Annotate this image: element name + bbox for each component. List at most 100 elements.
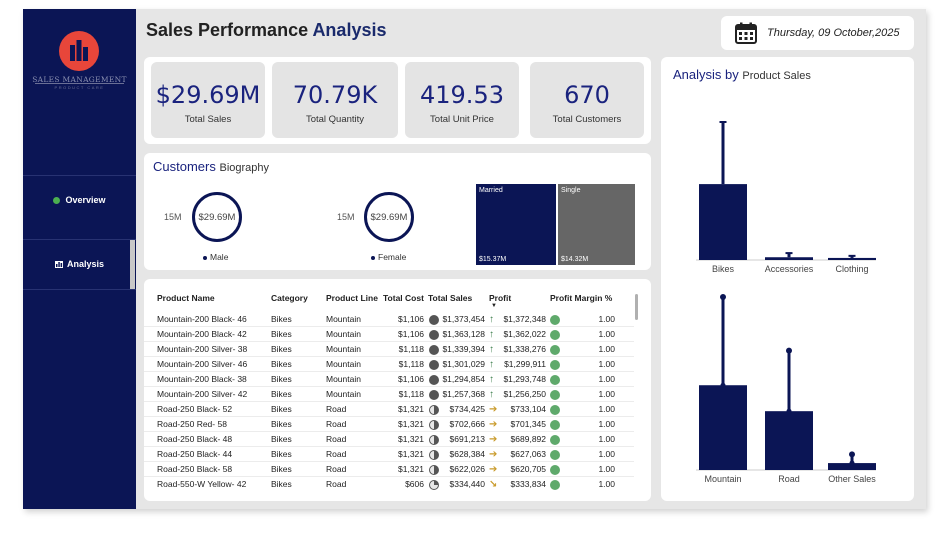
- profit-margin-cell: 1.00: [598, 419, 615, 429]
- total-cost-cell: $1,106: [398, 329, 424, 339]
- column-header[interactable]: Profit: [489, 293, 511, 303]
- column-header[interactable]: Category: [271, 293, 308, 303]
- trend-arrow-icon: ↑: [489, 314, 494, 325]
- product-line-cell: Mountain: [326, 374, 361, 384]
- sales-pie-icon: [429, 375, 439, 385]
- trend-arrow-icon: ↑: [489, 374, 494, 385]
- sidebar-item-overview[interactable]: Overview: [23, 176, 136, 224]
- profit-cell: $1,293,748: [503, 374, 546, 384]
- profit-margin-cell: 1.00: [598, 479, 615, 489]
- profit-cell: $620,705: [510, 464, 546, 474]
- column-header[interactable]: Product Name: [157, 293, 215, 303]
- kpi-value: 670: [564, 81, 610, 109]
- product-line-cell: Road: [326, 479, 347, 489]
- product-name-cell: Mountain-200 Silver- 42: [157, 389, 248, 399]
- category-cell: Bikes: [271, 374, 292, 384]
- table-row[interactable]: Road-250 Black- 58 Bikes Road $1,321 $622,02…: [144, 462, 634, 477]
- table-row[interactable]: Road-250 Black- 52 Bikes Road $1,321 $734,42…: [144, 402, 634, 417]
- profit-cell: $733,104: [510, 404, 546, 414]
- total-cost-cell: $606: [405, 479, 424, 489]
- category-cell: Bikes: [271, 344, 292, 354]
- total-sales-cell: $1,301,029: [442, 359, 485, 369]
- total-sales-cell: $622,026: [449, 464, 485, 474]
- table-row[interactable]: Mountain-200 Black- 42 Bikes Mountain $1,10…: [144, 327, 634, 342]
- trend-arrow-icon: ➔: [489, 464, 498, 475]
- product-line-cell: Mountain: [326, 344, 361, 354]
- error-bar-dot: [786, 347, 792, 354]
- column-header[interactable]: Product Line: [326, 293, 378, 303]
- nav-divider: [23, 289, 136, 290]
- category-cell: Bikes: [271, 449, 292, 459]
- total-sales-cell: $1,373,454: [442, 314, 485, 324]
- column-header[interactable]: Profit Margin %: [550, 293, 612, 303]
- bar-bikes: [699, 184, 747, 260]
- brand-logo: SALES MANAGEMENT PRODUCT CARE: [23, 29, 136, 109]
- profit-cell: $627,063: [510, 449, 546, 459]
- treemap-label: Married: [479, 187, 503, 194]
- product-name-cell: Mountain-200 Black- 38: [157, 374, 247, 384]
- total-cost-cell: $1,118: [398, 344, 424, 354]
- column-header[interactable]: Total Cost: [383, 293, 424, 303]
- total-sales-cell: $1,339,394: [442, 344, 485, 354]
- product-name-cell: Mountain-200 Black- 46: [157, 314, 247, 324]
- profit-cell: $1,338,276: [503, 344, 546, 354]
- total-cost-cell: $1,106: [398, 374, 424, 384]
- table-row[interactable]: Mountain-200 Black- 46 Bikes Mountain $1,10…: [144, 312, 634, 327]
- total-sales-cell: $702,666: [449, 419, 485, 429]
- gauge-value: $29.69M: [370, 212, 408, 223]
- category-cell: Bikes: [271, 404, 292, 414]
- profit-margin-cell: 1.00: [598, 449, 615, 459]
- total-cost-cell: $1,321: [398, 464, 424, 474]
- sales-pie-icon: [429, 345, 439, 355]
- product-name-cell: Road-250 Black- 48: [157, 434, 233, 444]
- table-scrollbar[interactable]: [635, 294, 638, 320]
- total-sales-cell: $628,384: [449, 449, 485, 459]
- legend-male: Male: [203, 252, 228, 262]
- column-header[interactable]: Total Sales: [428, 293, 472, 303]
- margin-status-icon: [550, 405, 560, 415]
- table-row[interactable]: Mountain-200 Silver- 38 Bikes Mountain $1,1…: [144, 342, 634, 357]
- sales-pie-icon: [429, 330, 439, 340]
- total-cost-cell: $1,321: [398, 449, 424, 459]
- profit-margin-cell: 1.00: [598, 329, 615, 339]
- trend-arrow-icon: ➔: [489, 404, 498, 415]
- table-row[interactable]: Road-250 Red- 58 Bikes Road $1,321 $702,666 ➔…: [144, 417, 634, 432]
- bar-accessories: [765, 257, 813, 260]
- table-row[interactable]: Mountain-200 Silver- 42 Bikes Mountain $1,1…: [144, 387, 634, 402]
- gauge-min-label: 15M: [164, 212, 182, 222]
- x-tick-label: Road: [778, 474, 800, 484]
- table-row[interactable]: Road-250 Black- 44 Bikes Road $1,321 $628,38…: [144, 447, 634, 462]
- x-tick-label: Clothing: [835, 264, 868, 274]
- category-cell: Bikes: [271, 419, 292, 429]
- table-row[interactable]: Mountain-200 Black- 38 Bikes Mountain $1,10…: [144, 372, 634, 387]
- gauge-min-label: 15M: [337, 212, 355, 222]
- sales-pie-icon: [429, 405, 439, 415]
- margin-status-icon: [550, 465, 560, 475]
- sidebar-item-analysis[interactable]: Analysis: [23, 240, 136, 288]
- trend-arrow-icon: ↘: [489, 479, 498, 490]
- treemap-married[interactable]: [476, 184, 556, 265]
- kpi-card-total-sales: $29.69M Total Sales: [151, 62, 265, 138]
- error-bar-dot: [720, 294, 726, 300]
- error-bar-dot: [720, 382, 726, 388]
- profit-margin-cell: 1.00: [598, 374, 615, 384]
- profit-margin-cell: 1.00: [598, 389, 615, 399]
- trend-arrow-icon: ➔: [489, 434, 498, 445]
- sort-desc-icon[interactable]: ▼: [491, 303, 497, 309]
- sales-pie-icon: [429, 315, 439, 325]
- kpi-label: Total Sales: [184, 114, 232, 125]
- kpi-value: 419.53: [420, 81, 504, 109]
- table-row[interactable]: Road-550-W Yellow- 42 Bikes Road $606 $334,4…: [144, 477, 634, 491]
- kpi-label: Total Unit Price: [430, 114, 494, 125]
- table-row[interactable]: Mountain-200 Silver- 46 Bikes Mountain $1,1…: [144, 357, 634, 372]
- treemap-single[interactable]: [558, 184, 635, 265]
- total-sales-cell: $734,425: [449, 404, 485, 414]
- product-name-cell: Road-250 Black- 58: [157, 464, 233, 474]
- category-cell: Bikes: [271, 434, 292, 444]
- margin-status-icon: [550, 330, 560, 340]
- bar-mountain: [699, 385, 747, 470]
- table-row[interactable]: Road-250 Black- 48 Bikes Road $1,321 $691,21…: [144, 432, 634, 447]
- product-line-cell: Road: [326, 419, 347, 429]
- kpi-label: Total Quantity: [305, 114, 365, 125]
- margin-status-icon: [550, 375, 560, 385]
